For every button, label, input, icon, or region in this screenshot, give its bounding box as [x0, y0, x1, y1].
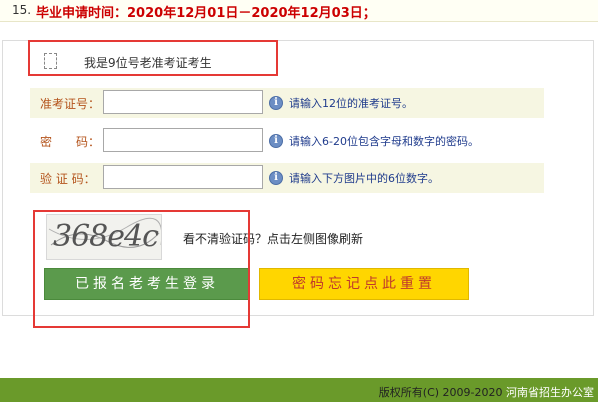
form-row-password: 密 码： i 请输入6-20位包含字母和数字的密码。 — [30, 126, 544, 156]
footer: 版权所有(C) 2009-2020 河南省招生办公室 — [0, 378, 598, 402]
notice-label: 毕业申请时间： — [36, 6, 128, 21]
captcha-hint: 请输入下方图片中的6位数字。 — [289, 172, 439, 185]
captcha-image[interactable]: 368e4c — [46, 214, 162, 260]
notice-title: 毕业申请时间：2020年12月01日－2020年12月03日； — [36, 2, 376, 21]
notice-number: 15. — [12, 3, 32, 17]
captcha-image-text: 368e4c — [53, 219, 159, 254]
password-input[interactable] — [103, 128, 263, 152]
form-row-exam-number: 准考证号： i 请输入12位的准考证号。 — [30, 88, 544, 118]
footer-org: 河南省招生办公室 — [506, 386, 594, 399]
footer-copyright: 版权所有(C) 2009-2020 — [378, 386, 503, 399]
info-icon: i — [269, 171, 283, 185]
exam-number-label: 准考证号： — [40, 97, 101, 111]
captcha-label: 验 证 码： — [40, 172, 96, 186]
password-label: 密 码： — [40, 135, 101, 149]
captcha-refresh-hint: 看不清验证码？点击左侧图像刷新 — [183, 232, 364, 246]
notice-line: 15. 毕业申请时间：2020年12月01日－2020年12月03日； — [0, 0, 598, 22]
old-candidate-label: 我是9位号老准考证考生 — [84, 56, 212, 70]
notice-dates: 2020年12月01日－2020年12月03日； — [127, 6, 376, 21]
info-icon: i — [269, 134, 283, 148]
exam-number-input[interactable] — [103, 90, 263, 114]
form-row-captcha: 验 证 码： i 请输入下方图片中的6位数字。 — [30, 163, 544, 193]
captcha-input[interactable] — [103, 165, 263, 189]
password-hint: 请输入6-20位包含字母和数字的密码。 — [289, 135, 479, 148]
login-button[interactable]: 已报名老考生登录 — [44, 268, 250, 300]
reset-password-button[interactable]: 密码忘记点此重置 — [259, 268, 469, 300]
info-icon: i — [269, 96, 283, 110]
footer-text: 版权所有(C) 2009-2020 河南省招生办公室 — [379, 384, 594, 400]
old-candidate-checkbox[interactable] — [44, 53, 57, 69]
exam-number-hint: 请输入12位的准考证号。 — [289, 97, 413, 110]
